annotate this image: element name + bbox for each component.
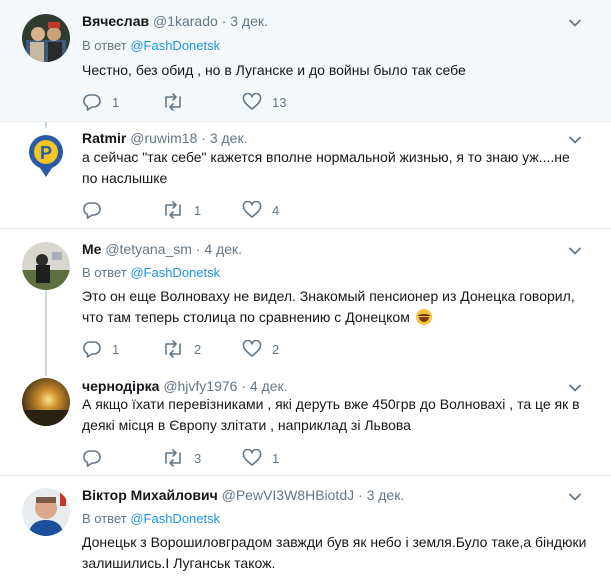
tweet-header: Вячеслав @1karado · 3 дек. [82,12,268,30]
chevron-down-icon[interactable] [568,381,582,395]
like-count: 1 [272,450,280,466]
tweet[interactable]: чернодірка @hjvfy1976 · 4 дек. А якщо їх… [0,367,611,475]
like-button[interactable]: 2 [242,339,279,359]
retweet-count: 2 [194,341,202,357]
reply-to-link[interactable]: @FashDonetsk [130,265,220,280]
timestamp[interactable]: 4 дек. [204,241,242,257]
username[interactable]: @1karado [153,13,218,29]
reply-context: В ответ @FashDonetsk [82,510,220,528]
retweet-button[interactable] [162,92,194,112]
reply-to-link[interactable]: @FashDonetsk [130,38,220,53]
retweet-icon [162,340,184,358]
heart-icon [242,340,262,358]
username[interactable]: @hjvfy1976 [163,378,237,394]
reply-context: В ответ @FashDonetsk [82,37,220,55]
reply-button[interactable] [82,200,112,220]
reply-button[interactable] [82,448,112,468]
tweet-text: А якщо їхати перевізниками , які деруть … [82,396,580,433]
heart-icon [242,201,262,219]
retweet-button[interactable]: 3 [162,448,201,468]
like-count: 13 [272,94,287,110]
avatar[interactable] [22,14,70,62]
reply-icon [82,340,102,358]
avatar[interactable] [22,242,70,290]
chevron-down-icon[interactable] [568,133,582,147]
reply-to-link[interactable]: @FashDonetsk [130,511,220,526]
display-name[interactable]: Ratmir [82,130,126,146]
chevron-down-icon[interactable] [568,244,582,258]
retweet-button[interactable]: 1 [162,200,201,220]
retweet-count: 3 [194,450,202,466]
reply-count: 1 [112,94,120,110]
chevron-down-icon[interactable] [568,490,582,504]
username[interactable]: @PewVI3W8HBiotdJ [222,487,354,503]
timestamp[interactable]: 4 дек. [250,378,288,394]
like-button[interactable]: 13 [242,92,286,112]
reply-prefix: В ответ [82,265,127,280]
tweet-text-content: Это он еще Волноваху не видел. Знакомый … [82,288,575,325]
separator-dot: · [241,378,247,394]
like-count: 4 [272,202,280,218]
timestamp[interactable]: 3 дек. [210,130,248,146]
tweet-text: Честно, без обид , но в Луганске и до во… [82,62,466,78]
separator-dot: · [221,13,227,29]
tweet-header: Віктор Михайлович @PewVI3W8HBiotdJ · 3 д… [82,486,404,504]
like-count: 2 [272,341,280,357]
avatar[interactable]: P [22,130,70,178]
tears-of-joy-emoji-icon [415,309,432,325]
timestamp[interactable]: 3 дек. [230,13,268,29]
reply-prefix: В ответ [82,38,127,53]
separator-dot: · [358,487,363,503]
retweet-icon [162,201,184,219]
display-name[interactable]: чернодірка [82,378,159,394]
heart-icon [242,449,262,467]
tweet-header: Me @tetyana_sm · 4 дек. [82,240,242,258]
username[interactable]: @tetyana_sm [105,241,192,257]
svg-text:P: P [40,143,52,163]
tweet-text: а сейчас "так себе" кажется вполне норма… [82,149,570,186]
avatar[interactable] [22,488,70,536]
reply-count: 1 [112,341,120,357]
timestamp[interactable]: 3 дек. [367,487,405,503]
like-button[interactable]: 1 [242,448,279,468]
reply-prefix: В ответ [82,511,127,526]
retweet-count: 1 [194,202,202,218]
chevron-down-icon[interactable] [568,16,582,30]
retweet-button[interactable]: 2 [162,339,201,359]
separator-dot: · [195,241,201,257]
tweet-header: Ratmir @ruwim18 · 3 дек. [82,129,247,147]
tweet[interactable]: Me @tetyana_sm · 4 дек. В ответ @FashDon… [0,229,611,367]
reply-icon [82,201,102,219]
tweet[interactable]: Віктор Михайлович @PewVI3W8HBiotdJ · 3 д… [0,476,611,579]
display-name[interactable]: Вячеслав [82,13,149,29]
reply-icon [82,449,102,467]
heart-icon [242,93,262,111]
reply-icon [82,93,102,111]
like-button[interactable]: 4 [242,200,279,220]
separator-dot: · [201,130,206,146]
reply-context: В ответ @FashDonetsk [82,264,220,282]
tweet-header: чернодірка @hjvfy1976 · 4 дек. [82,377,288,395]
username[interactable]: @ruwim18 [130,130,197,146]
display-name[interactable]: Me [82,241,101,257]
tweet-text: Донецьк з Ворошиловградом завжди був як … [82,534,587,571]
retweet-icon [162,449,184,467]
tweet-text: Это он еще Волноваху не видел. Знакомый … [82,286,587,328]
reply-button[interactable]: 1 [82,92,119,112]
avatar[interactable] [22,378,70,426]
retweet-icon [162,93,184,111]
reply-button[interactable]: 1 [82,339,119,359]
tweet[interactable]: P Ratmir @ruwim18 · 3 дек. а сейчас "так… [0,122,611,228]
tweet[interactable]: Вячеслав @1karado · 3 дек. В ответ @Fash… [0,0,611,121]
display-name[interactable]: Віктор Михайлович [82,487,218,503]
